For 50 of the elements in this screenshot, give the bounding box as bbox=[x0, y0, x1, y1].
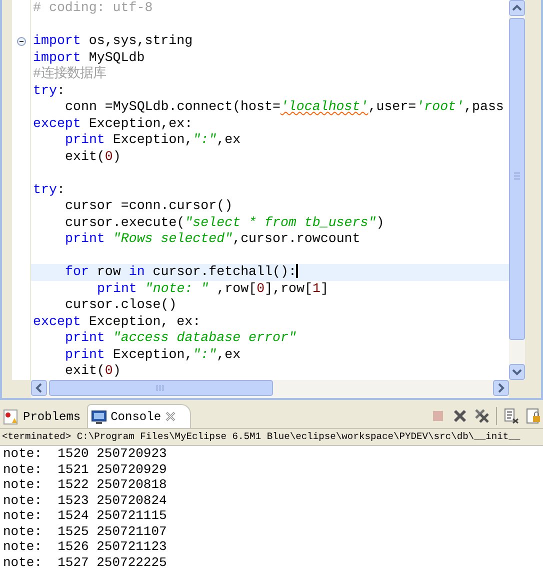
tab-label: Console bbox=[110, 410, 162, 424]
close-icon[interactable] bbox=[165, 411, 176, 422]
close-icon bbox=[452, 408, 468, 424]
console-line: note: 1523 250720824 bbox=[3, 492, 168, 508]
code-line: cursor.close() bbox=[64, 297, 178, 314]
tab-label: Problems bbox=[23, 410, 81, 424]
scrollbar-thumb[interactable] bbox=[509, 18, 525, 340]
console-line: note: 1526 250721123 bbox=[3, 539, 168, 554]
console-line: note: 1527 250722225 bbox=[3, 554, 168, 570]
code-line: print "access database error" bbox=[64, 330, 298, 346]
scroll-right-button[interactable] bbox=[493, 380, 509, 396]
monitor-icon bbox=[90, 408, 107, 424]
console-line: note: 1525 250721107 bbox=[3, 524, 168, 539]
collapse-icon[interactable] bbox=[16, 36, 26, 46]
code-line: exit(0) bbox=[64, 148, 122, 165]
code-line: try: bbox=[32, 82, 66, 99]
code-line: #连接数据库 bbox=[32, 66, 107, 82]
code-line: except Exception, ex: bbox=[32, 314, 202, 330]
code-line: cursor.execute("select * from tb_users") bbox=[64, 214, 386, 231]
console-line: note: 1524 250721115 bbox=[3, 508, 168, 524]
code-line: print "note: " ,row[0],row[1] bbox=[96, 280, 330, 297]
code-line: exit(0) bbox=[64, 363, 122, 380]
lock-document-icon bbox=[525, 408, 541, 424]
double-close-icon bbox=[474, 408, 490, 424]
close-button[interactable] bbox=[452, 408, 468, 424]
double-close-button[interactable] bbox=[474, 408, 490, 424]
problems-icon bbox=[3, 408, 19, 424]
code-line: cursor =conn.cursor() bbox=[64, 198, 234, 214]
scroll-left-button[interactable] bbox=[31, 380, 47, 396]
scroll-down-button[interactable] bbox=[509, 364, 525, 380]
code-line: import os,sys,string bbox=[32, 33, 194, 50]
document-clear-icon bbox=[503, 408, 519, 424]
document-clear-button[interactable] bbox=[503, 408, 519, 424]
scrollbar-thumb[interactable] bbox=[49, 380, 273, 396]
code-line: print Exception,":",ex bbox=[64, 346, 242, 363]
code-line: conn =MySQLdb.connect(host='localhost',user='root',pass bbox=[64, 99, 505, 116]
lock-document-button[interactable] bbox=[525, 408, 541, 424]
text-cursor bbox=[296, 264, 298, 278]
console-line: note: 1520 250720923 bbox=[3, 446, 168, 462]
code-line: except Exception,ex: bbox=[32, 116, 194, 132]
console-line: note: 1521 250720929 bbox=[3, 462, 168, 477]
code-line: # coding: utf-8 bbox=[32, 0, 154, 16]
console-line: note: 1522 250720818 bbox=[3, 477, 168, 492]
code-line: try: bbox=[32, 182, 66, 198]
console-title: <terminated> C:\Program Files\MyEclipse 6.5M1 Blue\eclipse\workspace\PYDEV\src\db\__init__ bbox=[0, 429, 543, 446]
code-line: import MySQLdb bbox=[32, 50, 146, 66]
scroll-up-button[interactable] bbox=[509, 0, 525, 16]
code-line: print Exception,":",ex bbox=[64, 132, 242, 148]
code-line: print "Rows selected",cursor.rowcount bbox=[64, 231, 362, 248]
panel-tab[interactable]: Console bbox=[86, 404, 192, 428]
